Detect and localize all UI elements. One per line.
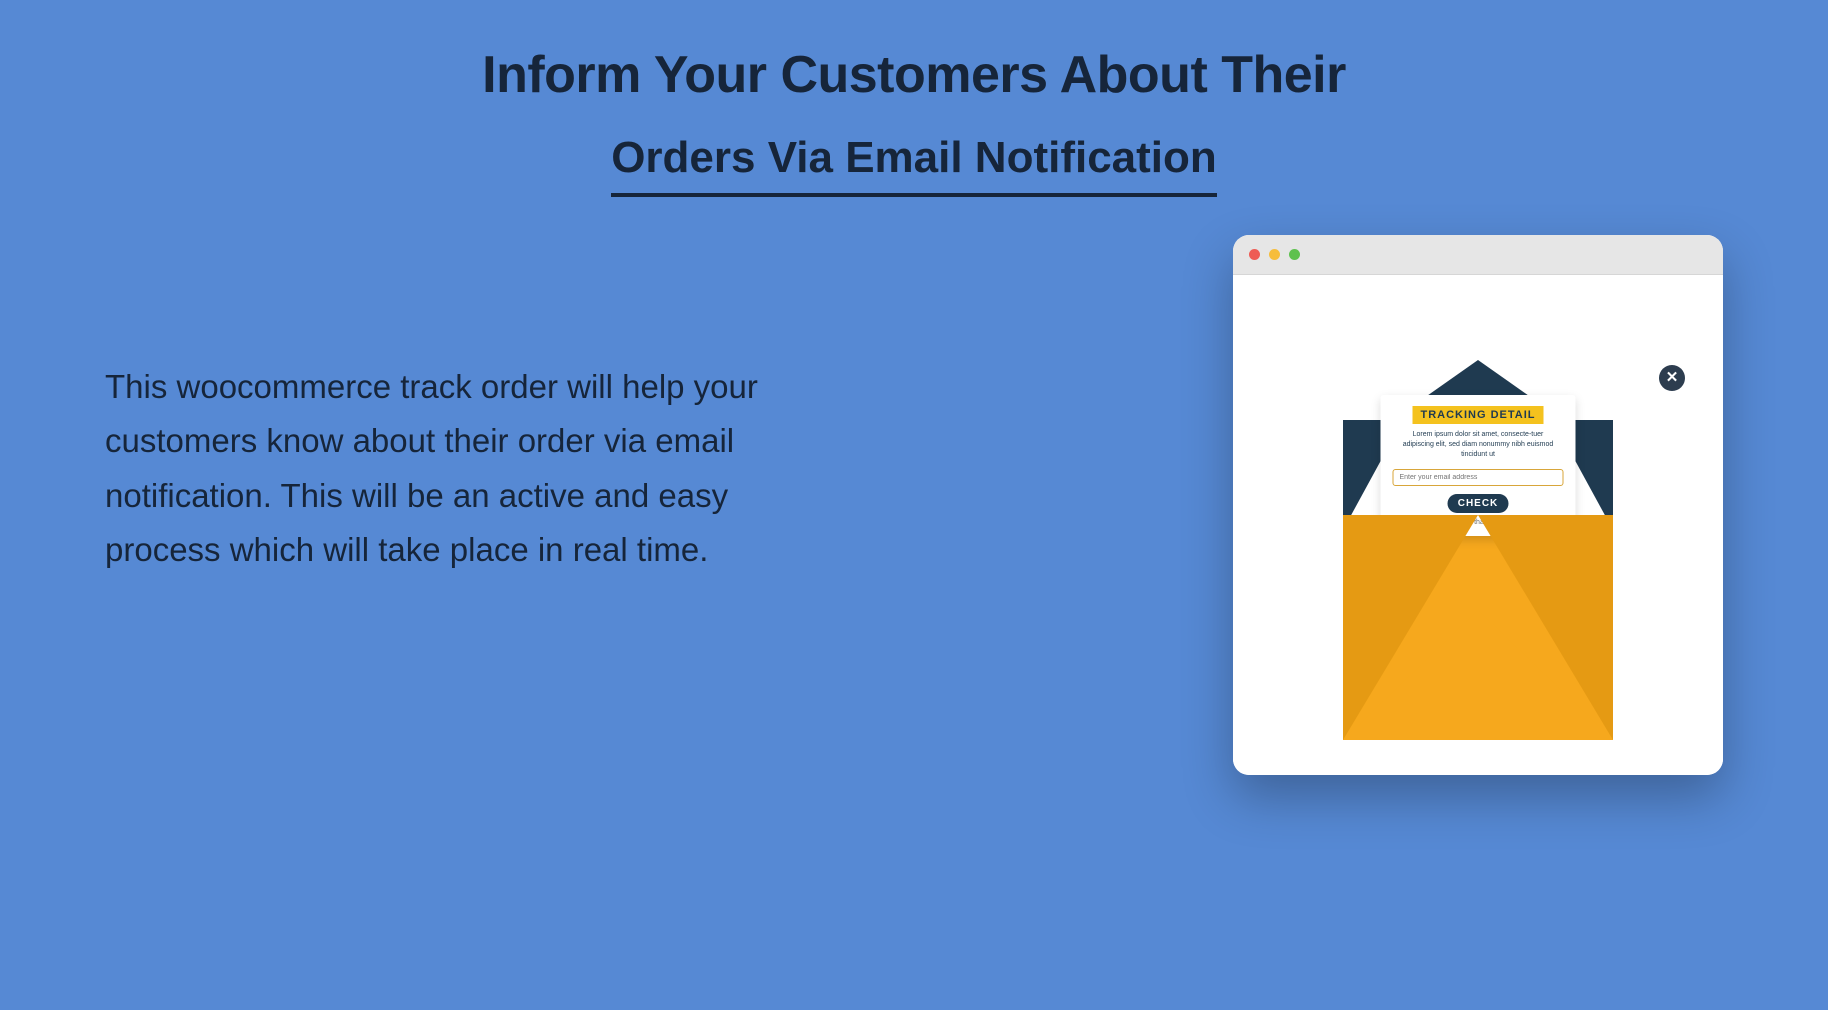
letter-description: Lorem ipsum dolor sit amet, consecte-tue… [1393,430,1564,459]
window-min-dot-icon[interactable] [1269,249,1280,260]
heading-block: Inform Your Customers About Their Orders… [0,0,1828,197]
window-close-dot-icon[interactable] [1249,249,1260,260]
check-button[interactable]: CHECK [1448,494,1509,513]
envelope-illustration: TRACKING DETAIL Lorem ipsum dolor sit am… [1343,360,1613,740]
title-line-1: Inform Your Customers About Their [0,45,1828,105]
letter-title: TRACKING DETAIL [1412,406,1543,424]
browser-window: TRACKING DETAIL Lorem ipsum dolor sit am… [1233,235,1723,775]
envelope-front-bottom [1343,610,1613,740]
browser-body: TRACKING DETAIL Lorem ipsum dolor sit am… [1233,275,1723,775]
browser-titlebar [1233,235,1723,275]
description-text: This woocommerce track order will help y… [105,360,825,578]
email-input[interactable] [1393,469,1564,486]
close-icon[interactable] [1659,365,1685,391]
window-max-dot-icon[interactable] [1289,249,1300,260]
title-line-2: Orders Via Email Notification [611,133,1217,197]
